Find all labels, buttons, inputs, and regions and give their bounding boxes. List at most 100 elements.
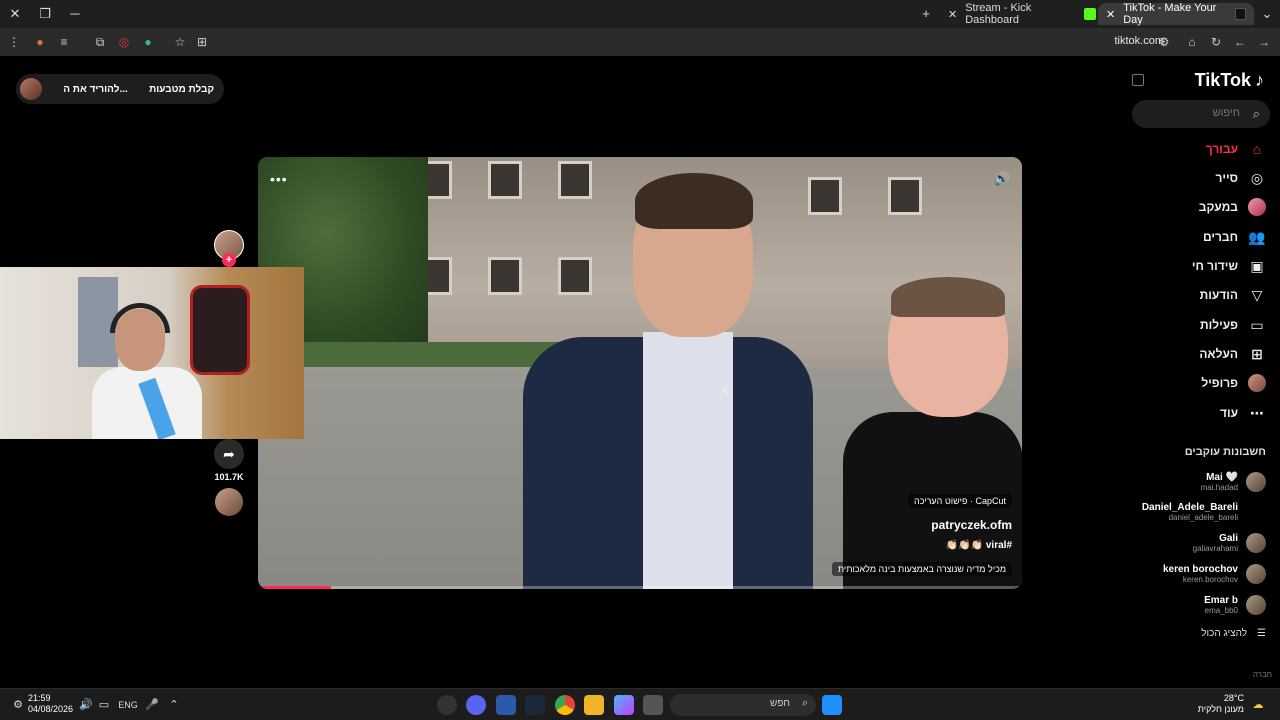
- account-display-name: Mai 🤍: [1206, 472, 1238, 483]
- minimize-window-icon[interactable]: ─: [66, 5, 84, 23]
- nav-label: הודעות: [1199, 288, 1238, 302]
- search-icon[interactable]: ⌕: [1253, 106, 1260, 122]
- capcut-badge[interactable]: CapCut · פישוט העריכה: [908, 494, 1012, 508]
- tab-label: Stream - Kick Dashboard: [965, 2, 1032, 26]
- speaker-icon[interactable]: 🔊: [78, 697, 94, 713]
- streamer-webcam-overlay: [0, 267, 304, 439]
- extension-green-icon[interactable]: ●: [140, 34, 156, 50]
- tab-tiktok[interactable]: ✕ TikTok - Make Your Day: [1098, 2, 1254, 26]
- forward-icon[interactable]: →: [1256, 34, 1272, 50]
- tiktok-page: להוריד את ה... קבלת מטבעות ••• 🔊 CapCut …: [0, 56, 1280, 688]
- taskbar-search[interactable]: חפש ⌕: [670, 694, 816, 716]
- extension-red-icon[interactable]: ◎: [116, 34, 132, 50]
- nav-live[interactable]: שידור חי ▣: [1192, 255, 1266, 277]
- following-account[interactable]: Mai 🤍 mai.hadad: [1126, 469, 1266, 495]
- account-username: daniel_adele_bareli: [1168, 513, 1238, 522]
- avatar: [1246, 533, 1266, 553]
- avatar: [1246, 595, 1266, 615]
- nav-explore[interactable]: סייר ◎: [1215, 167, 1266, 189]
- start-windows-icon[interactable]: [822, 695, 842, 715]
- language-indicator[interactable]: ENG: [116, 697, 140, 713]
- clock[interactable]: 21:59 04/08/2026: [28, 693, 73, 715]
- nav-for-you[interactable]: עבורך ⌂: [1206, 138, 1266, 160]
- tab-label: TikTok - Make Your Day: [1123, 2, 1217, 26]
- nav-more[interactable]: עוד ⋯: [1220, 402, 1266, 424]
- nav-following[interactable]: במעקב: [1199, 196, 1266, 218]
- new-tab-icon[interactable]: +: [917, 5, 935, 23]
- display-icon[interactable]: ▭: [96, 697, 112, 713]
- window: [808, 177, 842, 215]
- account-username: ema_bb0: [1204, 606, 1238, 615]
- menu-icon[interactable]: ⋮: [6, 34, 22, 50]
- live-icon: ▣: [1250, 257, 1264, 274]
- microphone-icon[interactable]: 🎤: [144, 697, 160, 713]
- weather-icon: ☁: [1252, 699, 1264, 711]
- nav-label: עבורך: [1205, 142, 1238, 156]
- show-all-link[interactable]: להציג הכול ☰: [1201, 628, 1266, 639]
- share-count: 101.7K: [214, 472, 244, 482]
- weather-widget[interactable]: 28°C מעונן חלקית: [1198, 693, 1244, 715]
- following-account[interactable]: Gali galiavrahami: [1126, 530, 1266, 556]
- clock-date: 04/08/2026: [28, 704, 74, 714]
- avatar: [1246, 472, 1266, 492]
- app-taskview-icon[interactable]: [643, 695, 663, 715]
- site-settings-icon[interactable]: ⚙: [1156, 34, 1172, 50]
- app-discord-icon[interactable]: [466, 695, 486, 715]
- get-coins-button[interactable]: קבלת מטבעות: [149, 84, 214, 95]
- extension-icon[interactable]: ●: [32, 34, 48, 50]
- logo-text: TikTok: [1194, 70, 1251, 90]
- app-copilot-icon[interactable]: [614, 695, 634, 715]
- sound-avatar[interactable]: [215, 488, 243, 516]
- video-caption[interactable]: #viral 👏🏻👏🏻👏🏻: [832, 540, 1012, 551]
- share-icon[interactable]: ➦: [214, 439, 244, 469]
- reload-icon[interactable]: ↻: [1208, 34, 1224, 50]
- windows-taskbar: ⚙ 21:59 04/08/2026 🔊 ▭ ENG 🎤 ⌃ חפש ⌕ 28°…: [0, 688, 1280, 720]
- video-author[interactable]: patryczek.ofm: [832, 518, 1012, 532]
- search-box[interactable]: ⌕: [1132, 100, 1270, 128]
- install-app-icon[interactable]: ⊞: [194, 34, 210, 50]
- bookmark-star-icon[interactable]: ☆: [172, 34, 188, 50]
- app-file-explorer-icon[interactable]: [584, 695, 604, 715]
- network-icon[interactable]: ⚙: [10, 697, 26, 713]
- volume-icon[interactable]: 🔊: [994, 171, 1010, 187]
- nav-messages[interactable]: הודעות ▽: [1200, 284, 1266, 306]
- close-window-icon[interactable]: ✕: [6, 5, 24, 23]
- extensions-icon[interactable]: ⧉: [92, 34, 108, 50]
- home-icon[interactable]: ⌂: [1184, 34, 1200, 50]
- tab-search-icon[interactable]: ⌄: [1258, 5, 1276, 23]
- search-input[interactable]: [1140, 107, 1240, 119]
- app-obs-icon[interactable]: [437, 695, 457, 715]
- following-account[interactable]: Emar b ema_bb0: [1126, 592, 1266, 618]
- follow-plus-icon[interactable]: +: [222, 253, 236, 267]
- tab-close-icon[interactable]: ✕: [948, 8, 957, 21]
- following-account[interactable]: Daniel_Adele_Bareli daniel_adele_bareli: [1126, 499, 1266, 525]
- nav-profile[interactable]: פרופיל: [1201, 372, 1266, 394]
- nav-friends[interactable]: חברים 👥: [1203, 226, 1266, 248]
- tiktok-logo[interactable]: TikTok ♪: [1195, 70, 1264, 91]
- video-subject-man: [523, 167, 813, 589]
- tiktok-sidebar: TikTok ♪ ⌕ עבורך ⌂ סייר ◎ במעקב חברים 👥 …: [1132, 56, 1280, 688]
- tab-close-icon[interactable]: ✕: [1106, 8, 1115, 21]
- app-store-icon[interactable]: [496, 695, 516, 715]
- app-chrome-icon[interactable]: [555, 695, 575, 715]
- chevron-up-icon[interactable]: ⌃: [166, 697, 182, 713]
- footer-company-link[interactable]: חברה: [1253, 670, 1272, 679]
- tab-kick-dashboard[interactable]: ✕ Stream - Kick Dashboard: [940, 2, 1080, 26]
- app-steam-icon[interactable]: [525, 695, 545, 715]
- download-app-button[interactable]: להוריד את ה...: [63, 84, 128, 95]
- home-icon: ⌂: [1252, 141, 1262, 157]
- nav-label: חברים: [1202, 230, 1238, 244]
- avatar[interactable]: [20, 78, 42, 100]
- reading-list-icon[interactable]: ≡: [56, 34, 72, 50]
- restore-window-icon[interactable]: ❐: [36, 5, 54, 23]
- friends-icon: 👥: [1248, 228, 1266, 245]
- more-options-icon[interactable]: •••: [270, 171, 288, 187]
- weather-temp: 28°C: [1223, 693, 1244, 703]
- back-icon[interactable]: ←: [1232, 34, 1248, 50]
- nav-activity[interactable]: פעילות ▭: [1200, 314, 1266, 336]
- nav-upload[interactable]: העלאה ⊞: [1199, 343, 1266, 365]
- collapse-sidebar-icon[interactable]: [1132, 74, 1144, 86]
- video-player[interactable]: ••• 🔊 CapCut · פישוט העריכה patryczek.of…: [258, 157, 1022, 589]
- video-progress-bar[interactable]: [258, 586, 1022, 589]
- following-account[interactable]: keren borochov keren.borochov: [1126, 561, 1266, 587]
